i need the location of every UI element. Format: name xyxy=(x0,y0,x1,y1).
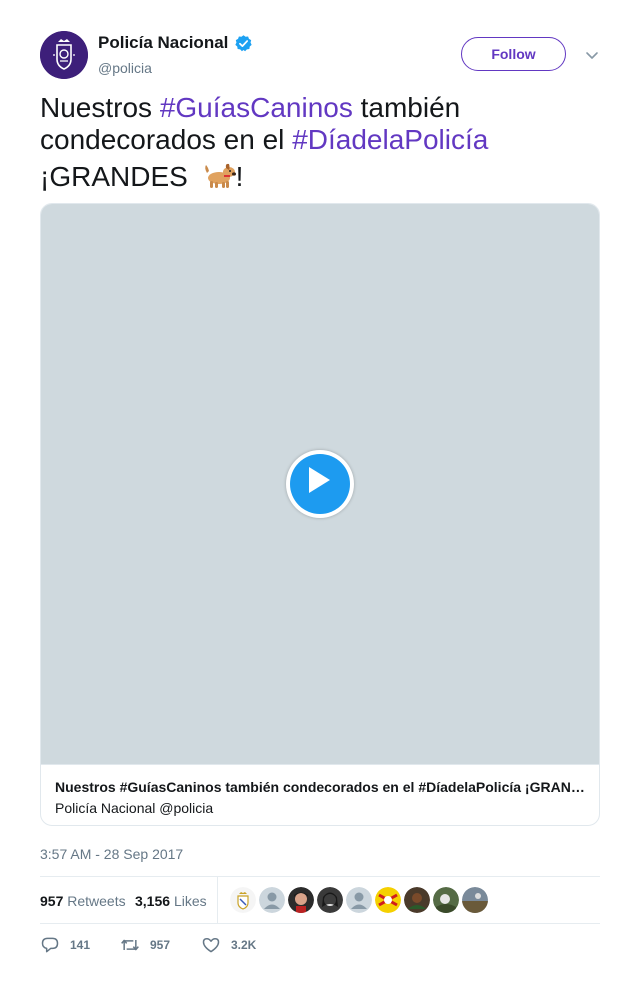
tweet-header: Policía Nacional @policia Follow xyxy=(40,31,600,79)
stats-divider xyxy=(217,877,218,923)
author-avatar[interactable] xyxy=(40,31,88,79)
verified-badge-icon xyxy=(235,34,253,51)
hashtag-link[interactable]: #DíadelaPolicía xyxy=(292,124,488,155)
author-handle[interactable]: @policia xyxy=(98,59,152,77)
tweet-actions: 141 957 3.2K xyxy=(40,933,600,957)
retweet-count: 957 xyxy=(150,938,171,952)
tweet-text: Nuestros #GuíasCaninos también condecora… xyxy=(40,92,600,193)
reply-action[interactable]: 141 xyxy=(40,933,90,957)
retweets-label: Retweets xyxy=(67,893,126,909)
tweet-text-part: ! xyxy=(235,161,244,192)
reply-icon xyxy=(41,937,59,953)
tweet-text-part: ¡GRANDES xyxy=(40,161,196,192)
like-count: 3.2K xyxy=(231,938,257,952)
media-card[interactable]: Nuestros #GuíasCaninos también condecora… xyxy=(40,203,600,826)
liker-avatar[interactable] xyxy=(433,887,459,913)
liker-avatar[interactable] xyxy=(259,887,285,913)
author-name-row: Policía Nacional xyxy=(98,33,253,53)
tweet-stats: 957 Retweets 3,156 Likes xyxy=(40,876,600,924)
follow-button[interactable]: Follow xyxy=(461,37,566,71)
media-card-footer[interactable]: Nuestros #GuíasCaninos también condecora… xyxy=(41,764,599,825)
likes-count: 3,156 xyxy=(135,893,171,909)
likes-stat[interactable]: 3,156 Likes xyxy=(135,892,207,910)
liker-avatar[interactable] xyxy=(230,887,256,913)
video-player[interactable] xyxy=(41,204,599,764)
tweet-timestamp[interactable]: 3:57 AM - 28 Sep 2017 xyxy=(40,845,183,863)
likes-label: Likes xyxy=(173,893,207,909)
retweet-icon xyxy=(121,939,139,951)
police-crest-icon xyxy=(40,31,88,79)
play-icon xyxy=(309,467,330,493)
heart-icon xyxy=(202,938,220,953)
tweet-text-part: Nuestros xyxy=(40,92,160,123)
hashtag-link[interactable]: #GuíasCaninos xyxy=(160,92,353,123)
retweets-count: 957 xyxy=(40,893,64,909)
retweet-action[interactable]: 957 xyxy=(120,933,170,957)
liker-avatar[interactable] xyxy=(375,887,401,913)
author-display-name[interactable]: Policía Nacional xyxy=(98,33,228,53)
dog-emoji-icon xyxy=(204,163,236,188)
retweets-stat[interactable]: 957 Retweets xyxy=(40,892,126,910)
liker-avatars xyxy=(230,887,491,913)
play-button[interactable] xyxy=(286,450,354,518)
media-card-title: Nuestros #GuíasCaninos también condecora… xyxy=(55,779,585,795)
reply-count: 141 xyxy=(70,938,91,952)
liker-avatar[interactable] xyxy=(317,887,343,913)
liker-avatar[interactable] xyxy=(404,887,430,913)
like-action[interactable]: 3.2K xyxy=(201,933,256,957)
liker-avatar[interactable] xyxy=(346,887,372,913)
media-card-subtitle: Policía Nacional @policia xyxy=(55,800,214,816)
liker-avatar[interactable] xyxy=(462,887,488,913)
chevron-down-icon[interactable] xyxy=(584,47,600,63)
liker-avatar[interactable] xyxy=(288,887,314,913)
